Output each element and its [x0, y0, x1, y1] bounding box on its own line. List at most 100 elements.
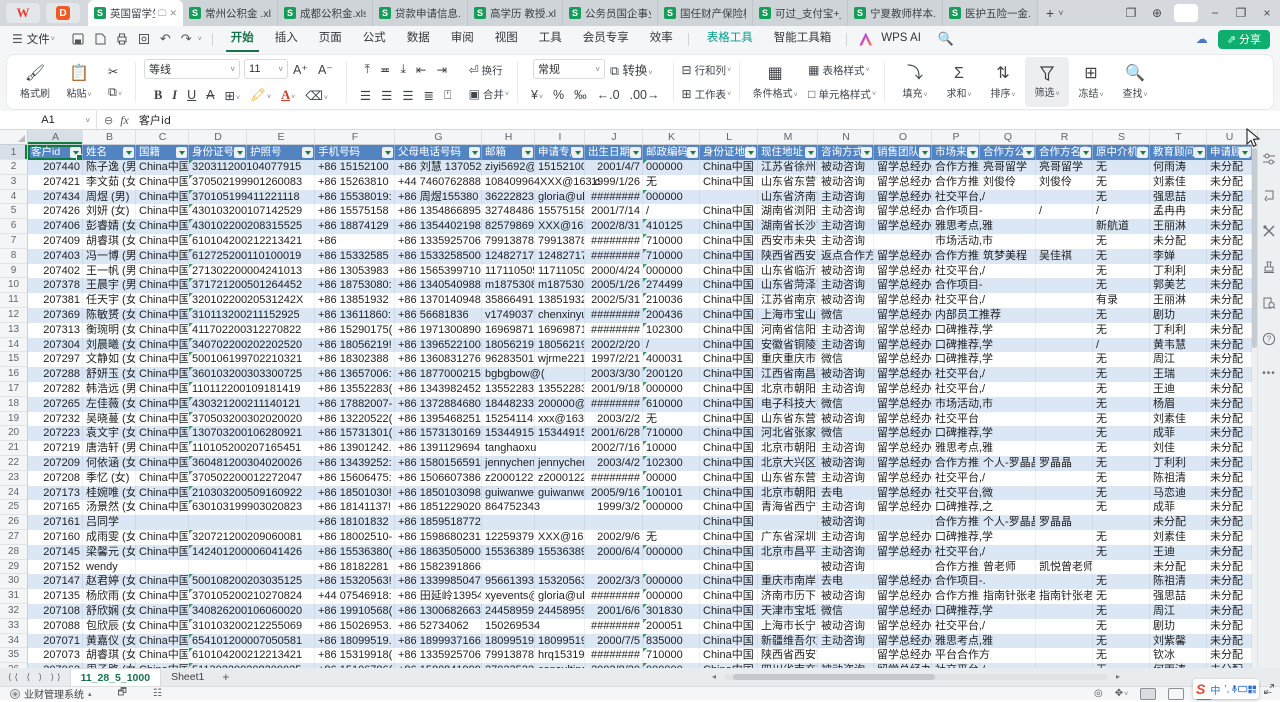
menu-tab-公式[interactable]: 公式 — [358, 26, 391, 52]
tab-smart-toolbox[interactable]: 智能工具箱 — [769, 26, 837, 52]
grid-cell[interactable]: 未分配 — [1207, 648, 1252, 663]
grid-cell[interactable]: China中国 — [700, 412, 758, 427]
filter-dropdown-icon[interactable] — [302, 147, 313, 158]
grid-cell[interactable]: z20001227 — [482, 471, 535, 486]
grid-cell[interactable]: ######## — [585, 471, 643, 486]
grid-cell[interactable]: 山东省菏泽市 — [758, 278, 818, 293]
grid-cell[interactable]: 青海省西宁市 — [758, 500, 818, 515]
grid-cell[interactable]: 留学总经办 — [874, 441, 932, 456]
grid-cell[interactable] — [585, 560, 643, 575]
grid-cell[interactable]: 舒欣娴 (女 — [83, 604, 136, 619]
grid-cell[interactable]: 冯一博 (男 — [83, 249, 136, 264]
grid-cell[interactable]: 山东省济南市 — [758, 190, 818, 205]
grid-cell[interactable]: 169698712 — [482, 323, 535, 338]
column-header-O[interactable]: O — [874, 130, 932, 145]
grid-cell[interactable]: 207313 — [28, 323, 83, 338]
grid-cell[interactable]: 主动咨询 — [818, 190, 874, 205]
undo-icon[interactable]: ↶ — [160, 31, 171, 47]
column-header-T[interactable]: T — [1150, 130, 1207, 145]
grid-cell[interactable]: 雅思考点,雅 — [932, 634, 980, 649]
grid-cell[interactable]: 陈子逸 (男 — [83, 160, 136, 175]
file-tab[interactable]: S常州公积金 .xlsx — [183, 0, 278, 26]
table-header-cell[interactable]: 邮政编码 — [643, 145, 700, 160]
row-header-18[interactable]: 18 — [0, 397, 28, 412]
grid-cell[interactable]: 320311200104077915 — [189, 160, 247, 175]
paste-button[interactable]: 📋粘贴˅ — [57, 57, 101, 107]
grid-cell[interactable]: 留学总经办 — [874, 367, 932, 382]
grid-cell[interactable]: +86 田延岭13954 — [395, 589, 482, 604]
save-icon[interactable] — [72, 33, 84, 45]
grid-cell[interactable]: 无 — [643, 412, 700, 427]
align-right-icon[interactable]: ☰ — [397, 88, 418, 103]
grid-cell[interactable]: 无 — [1093, 545, 1150, 560]
row-header-17[interactable]: 17 — [0, 382, 28, 397]
grid-cell[interactable]: 500108200203035125 — [189, 574, 247, 589]
grid-cell[interactable]: 合作方推荐 — [932, 589, 980, 604]
more-icon[interactable]: ••• — [1262, 368, 1276, 379]
file-tab[interactable]: S国任财产保险样本.x — [658, 0, 753, 26]
grid-cell[interactable]: China中国 — [700, 560, 758, 575]
grid-cell[interactable]: 留学总经办 — [874, 204, 932, 219]
grid-cell[interactable]: China中国 — [136, 352, 189, 367]
menu-tab-工具[interactable]: 工具 — [534, 26, 567, 52]
filter-dropdown-icon[interactable] — [1194, 147, 1205, 158]
grid-cell[interactable]: 000000 — [643, 382, 700, 397]
grid-cell[interactable]: 654101200007050581 — [189, 634, 247, 649]
layout-icon[interactable]: ❐ — [1118, 6, 1144, 20]
percent-icon[interactable]: % — [548, 88, 569, 102]
table-header-cell[interactable]: 护照号 — [247, 145, 315, 160]
grid-cell[interactable]: China中国 — [700, 574, 758, 589]
font-size-select[interactable]: 11˅ — [244, 59, 288, 79]
grid-cell[interactable]: +86 1877000215: — [395, 367, 482, 382]
grid-cell[interactable] — [535, 560, 585, 575]
filter-dropdown-icon[interactable] — [469, 147, 480, 158]
grid-cell[interactable]: 湖南省浏阳市 — [758, 204, 818, 219]
grid-cell[interactable]: 周煜 (男) — [83, 190, 136, 205]
close-button[interactable]: × — [1254, 6, 1280, 20]
grid-cell[interactable]: 刘晨曦 (女 — [83, 338, 136, 353]
grid-cell[interactable]: 411702200312270822 — [189, 323, 247, 338]
grid-cell[interactable]: 丁利利 — [1150, 264, 1207, 279]
grid-cell[interactable]: 962835011 — [482, 352, 535, 367]
row-header-11[interactable]: 11 — [0, 293, 28, 308]
grid-cell[interactable]: 207381 — [28, 293, 83, 308]
grid-cell[interactable]: +86 1354866895 — [395, 204, 482, 219]
grid-cell[interactable]: 200436 — [643, 308, 700, 323]
grid-cell[interactable]: 100101 — [643, 486, 700, 501]
grid-cell[interactable]: +86 13220522( — [315, 412, 395, 427]
filter-dropdown-icon[interactable] — [861, 147, 872, 158]
grid-cell[interactable]: chenxinyur — [535, 308, 585, 323]
grid-cell[interactable]: China中国 — [136, 456, 189, 471]
grid-cell[interactable]: China中国 — [700, 249, 758, 264]
menu-tab-视图[interactable]: 视图 — [490, 26, 523, 52]
grid-cell[interactable] — [1036, 619, 1093, 634]
grid-cell[interactable]: 留学总经办 — [874, 486, 932, 501]
grid-cell[interactable]: ######## — [585, 648, 643, 663]
grid-cell[interactable] — [980, 619, 1036, 634]
grid-cell[interactable]: 主动咨询 — [818, 234, 874, 249]
grid-cell[interactable]: 207288 — [28, 367, 83, 382]
grid-cell[interactable]: hrq153199 — [535, 648, 585, 663]
grid-cell[interactable]: 无 — [643, 530, 700, 545]
row-header-27[interactable]: 27 — [0, 530, 28, 545]
file-tab[interactable]: S成都公积金.xlsx — [278, 0, 373, 26]
grid-cell[interactable]: guiwanwei — [535, 486, 585, 501]
grid-cell[interactable]: 未分配 — [1207, 234, 1252, 249]
grid-cell[interactable]: 被动咨询 — [818, 560, 874, 575]
grid-cell[interactable]: 亮哥留学 — [980, 160, 1036, 175]
grid-cell[interactable]: ######## — [585, 190, 643, 205]
grid-cell[interactable] — [189, 560, 247, 575]
grid-cell[interactable]: +86 1370140948 — [395, 293, 482, 308]
table-header-cell[interactable]: 身份证号 — [189, 145, 247, 160]
collapse-icon[interactable]: ⊖ — [104, 114, 113, 127]
cell-style-button[interactable]: □单元格样式˅ — [808, 82, 876, 106]
grid-cell[interactable]: 610104200212213421 — [189, 234, 247, 249]
grid-cell[interactable]: 未分配 — [1207, 471, 1252, 486]
grid-cell[interactable]: 630103199903020823 — [189, 500, 247, 515]
grid-cell[interactable]: 微信 — [818, 604, 874, 619]
grid-cell[interactable]: 000000 — [643, 574, 700, 589]
grid-cell[interactable]: 207297 — [28, 352, 83, 367]
grid-cell[interactable]: +86 15575158 — [315, 204, 395, 219]
grid-cell[interactable]: ######## — [585, 619, 643, 634]
grid-cell[interactable]: China中国 — [700, 441, 758, 456]
